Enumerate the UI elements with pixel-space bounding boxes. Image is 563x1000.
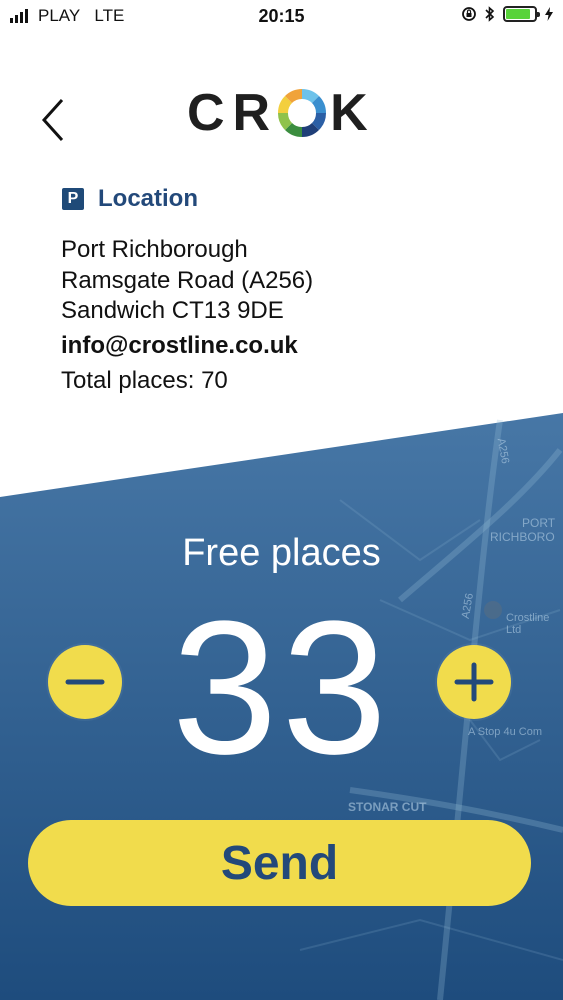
plus-icon (454, 662, 494, 702)
minus-icon (65, 679, 105, 685)
map-label: STONAR CUT (348, 800, 427, 814)
decrement-button[interactable] (48, 645, 122, 719)
free-places-label: Free places (182, 532, 381, 574)
increment-button[interactable] (437, 645, 511, 719)
map-label: PORT (522, 516, 556, 530)
send-button[interactable]: Send (28, 820, 531, 906)
